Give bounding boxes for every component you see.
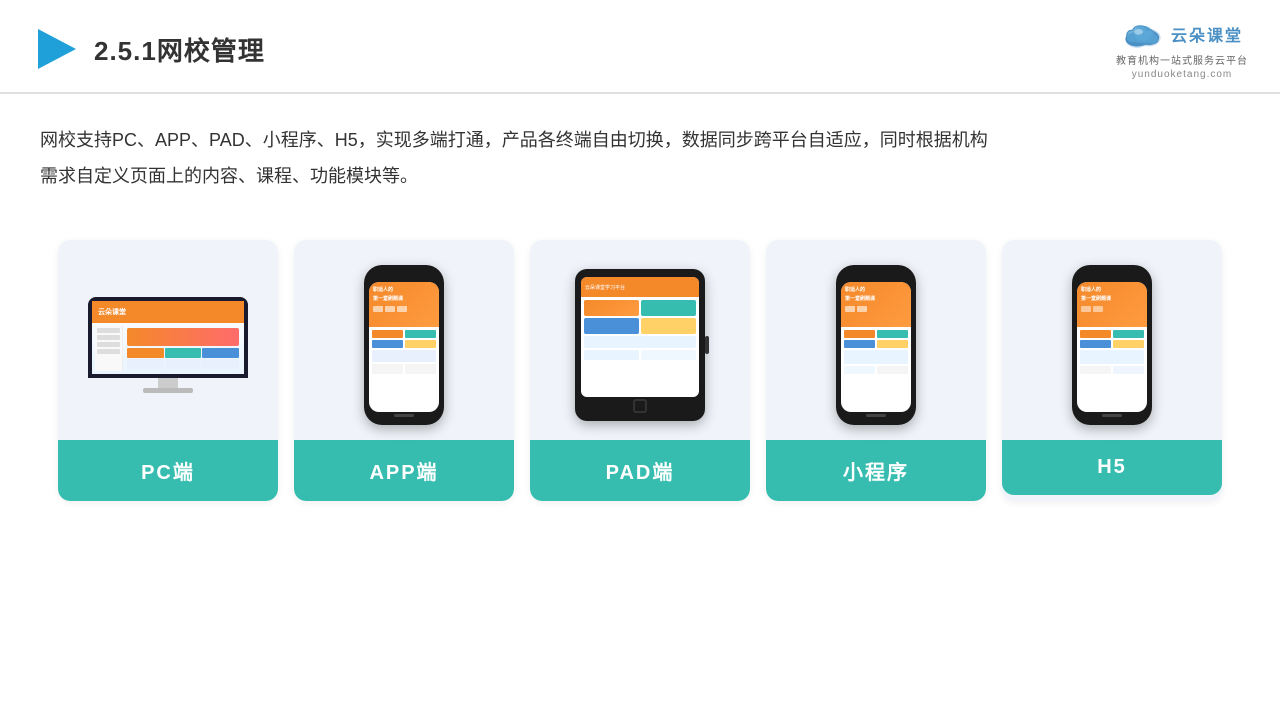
page-title: 2.5.1网校管理 xyxy=(94,31,265,68)
description-line2: 需求自定义页面上的内容、课程、功能模块等。 xyxy=(40,158,1060,194)
h5-phone: 职适人的 第一堂刷题课 xyxy=(1072,265,1152,425)
play-icon xyxy=(32,25,80,73)
pc-label: PC端 xyxy=(58,440,278,501)
h5-image-area: 职适人的 第一堂刷题课 xyxy=(1002,240,1222,440)
logo-text: 云朵课堂 xyxy=(1171,22,1243,46)
cloud-icon xyxy=(1121,18,1165,50)
pc-card: 云朵课堂 xyxy=(58,240,278,501)
h5-card: 职适人的 第一堂刷题课 xyxy=(1002,240,1222,501)
logo-sub: 教育机构一站式服务云平台 xyxy=(1116,52,1248,67)
pad-label: PAD端 xyxy=(530,440,750,501)
miniprogram-image-area: 职适人的 第一堂刷题课 xyxy=(766,240,986,440)
miniprogram-card: 职适人的 第一堂刷题课 xyxy=(766,240,986,501)
logo-img: 云朵课堂 xyxy=(1121,18,1243,50)
miniprogram-label: 小程序 xyxy=(766,440,986,501)
description: 网校支持PC、APP、PAD、小程序、H5，实现多端打通，产品各终端自由切换，数… xyxy=(0,94,1100,194)
pad-card: 云朵课堂学习平台 xyxy=(530,240,750,501)
pc-image-area: 云朵课堂 xyxy=(58,240,278,440)
header: 2.5.1网校管理 云朵课堂 教育机构一站式服务云平台 yu xyxy=(0,0,1280,94)
description-line1: 网校支持PC、APP、PAD、小程序、H5，实现多端打通，产品各终端自由切换，数… xyxy=(40,122,1060,158)
logo-domain: yunduoketang.com xyxy=(1132,69,1233,80)
h5-label: H5 xyxy=(1002,440,1222,495)
logo-area: 云朵课堂 教育机构一站式服务云平台 yunduoketang.com xyxy=(1116,18,1248,80)
pad-image-area: 云朵课堂学习平台 xyxy=(530,240,750,440)
pad-tablet: 云朵课堂学习平台 xyxy=(575,269,705,421)
app-label: APP端 xyxy=(294,440,514,501)
app-image-area: 职适人的 第一堂刷题课 xyxy=(294,240,514,440)
app-phone: 职适人的 第一堂刷题课 xyxy=(364,265,444,425)
miniprogram-phone: 职适人的 第一堂刷题课 xyxy=(836,265,916,425)
app-card: 职适人的 第一堂刷题课 xyxy=(294,240,514,501)
header-left: 2.5.1网校管理 xyxy=(32,25,265,73)
cards-section: 云朵课堂 xyxy=(0,204,1280,501)
pc-monitor: 云朵课堂 xyxy=(83,297,253,393)
